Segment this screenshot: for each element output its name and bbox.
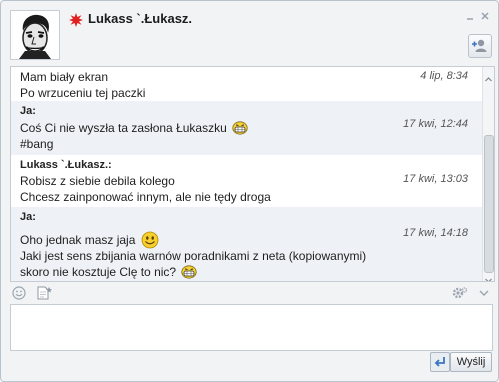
gear-icon[interactable] xyxy=(452,286,468,300)
message-input[interactable] xyxy=(10,304,493,351)
enter-sends-toggle[interactable] xyxy=(430,352,450,372)
message-text: Oho jednak masz jaja xyxy=(20,233,136,247)
minimize-button[interactable] xyxy=(464,10,476,22)
send-button[interactable]: Wyślij xyxy=(450,352,492,372)
scroll-up-arrow-icon[interactable] xyxy=(485,70,492,82)
close-icon xyxy=(481,12,489,20)
message-history: Mam biały ekran Po wrzuceniu tej paczki … xyxy=(10,66,495,282)
add-contact-button[interactable] xyxy=(468,34,492,58)
message-text: Mam biały ekran xyxy=(20,70,109,84)
file-send-icon[interactable] xyxy=(37,286,52,300)
message-timestamp: 17 kwi, 12:44 xyxy=(403,118,468,130)
settings-dropdown-icon[interactable] xyxy=(477,286,491,300)
close-button[interactable] xyxy=(479,10,491,22)
message-text: Coś Ci nie wyszła ta zasłona Łukaszku xyxy=(20,121,227,135)
message-text: #bang xyxy=(20,137,54,151)
message: Ja: Oho jednak masz jaja Jaki jest sens … xyxy=(11,207,482,281)
add-person-icon xyxy=(472,39,487,52)
message-text: Robisz z siebie debila kolego xyxy=(20,174,175,188)
smiley-icon[interactable] xyxy=(12,286,26,300)
message-text: Po wrzuceniu tej paczki xyxy=(20,86,146,100)
message-sender: Ja: xyxy=(20,211,36,223)
message-timestamp: 17 kwi, 13:03 xyxy=(403,173,468,185)
message: Lukass `.Łukasz.: Robisz z siebie debila… xyxy=(11,155,482,207)
message-sender: Lukass `.Łukasz.: xyxy=(20,159,112,171)
chat-window: Lukass `.Łukasz. Mam biały ekran Po wrzu… xyxy=(0,0,499,382)
contact-avatar[interactable] xyxy=(10,10,60,60)
minimize-icon xyxy=(467,18,473,20)
message-timestamp: 4 lip, 8:34 xyxy=(420,70,468,82)
busy-star-icon xyxy=(69,13,83,27)
message-text: skoro nie kosztuje Clę to nic? xyxy=(20,265,177,279)
grin-emoticon-icon xyxy=(181,265,198,279)
message-list: Mam biały ekran Po wrzuceniu tej paczki … xyxy=(11,67,482,281)
contact-name: Lukass `.Łukasz. xyxy=(88,11,193,26)
message-text: Chcesz zainponować innym, ale nie tędy d… xyxy=(20,190,271,204)
message: Ja: Coś Ci nie wyszła ta zasłona Łukaszk… xyxy=(11,101,482,155)
message-sender: Ja: xyxy=(20,105,36,117)
message-text: Jaki jest sens zbijania warnów poradnika… xyxy=(20,249,367,263)
scroll-thumb[interactable] xyxy=(484,135,494,273)
enter-key-icon xyxy=(434,357,445,367)
smile-emoticon-icon xyxy=(141,231,159,249)
scroll-down-arrow-icon[interactable] xyxy=(485,271,492,281)
grin-emoticon-icon xyxy=(232,121,248,135)
scrollbar[interactable] xyxy=(482,67,494,281)
message-timestamp: 17 kwi, 14:18 xyxy=(403,227,468,239)
message: Mam biały ekran Po wrzuceniu tej paczki … xyxy=(11,67,482,101)
